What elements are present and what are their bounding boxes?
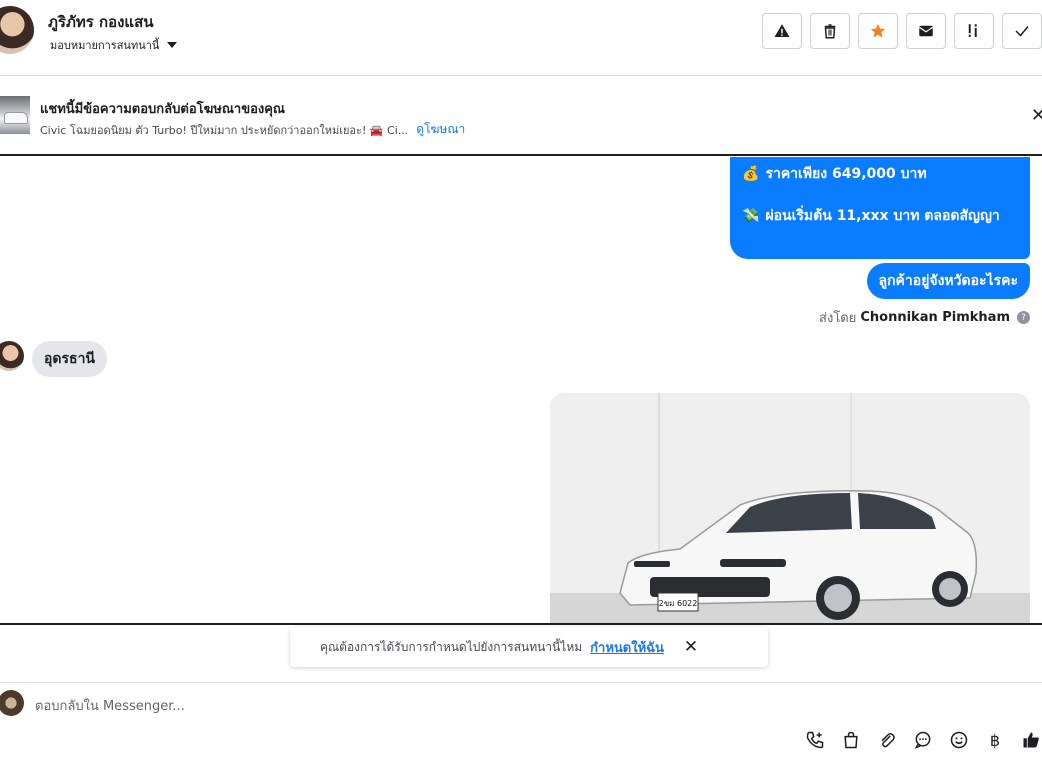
reply-composer: ตอบกลับใน Messenger... ฿ [0, 682, 1042, 762]
paperclip-icon[interactable] [876, 729, 898, 751]
message-text: ราคาเพียง 649,000 บาท [765, 166, 927, 182]
sender-name: Chonnikan Pimkham [860, 310, 1010, 325]
conversation-header: ภูริภัทร กองแสน มอบหมายการสนทนานี้ [0, 0, 1042, 76]
chat-bubble-icon[interactable] [912, 729, 934, 751]
message-thread[interactable]: 💰 ราคาเพียง 649,000 บาท 💸 ผ่อนเริ่มต้น 1… [0, 157, 1042, 625]
outgoing-message[interactable]: ลูกค้าอยู่จังหวัดอะไรคะ [866, 263, 1030, 299]
incoming-message[interactable]: อุดรธานี [32, 341, 107, 377]
assign-to-me-link[interactable]: กำหนดให้ฉัน [590, 637, 664, 658]
header-actions [762, 13, 1042, 49]
baht-icon[interactable]: ฿ [984, 729, 1006, 751]
messenger-inbox: ภูริภัทร กองแสน มอบหมายการสนทนานี้ แชทนี… [0, 0, 1042, 762]
money-wings-icon: 💸 [742, 208, 760, 224]
view-ad-link[interactable]: ดูโฆษณา [416, 120, 465, 139]
mark-spam-button[interactable] [762, 13, 802, 49]
shopping-bag-icon[interactable] [840, 729, 862, 751]
mark-done-button[interactable] [1002, 13, 1042, 49]
composer-toolbar: ฿ [804, 729, 1042, 751]
phone-plus-icon[interactable] [804, 729, 826, 751]
ad-banner-title: แชทนี้มีข้อความตอบกลับต่อโฆษณาของคุณ [40, 102, 285, 117]
ad-reply-banner: แชทนี้มีข้อความตอบกลับต่อโฆษณาของคุณ Civ… [0, 77, 1042, 156]
close-icon[interactable]: ✕ [684, 637, 698, 657]
delete-button[interactable] [810, 13, 850, 49]
star-icon [870, 23, 886, 38]
ad-banner-subtitle: Civic โฉมยอดนิยม ตัว Turbo! ปีใหม่มาก ปร… [40, 120, 465, 139]
message-line: 💸 ผ่อนเริ่มต้น 11,xxx บาท ตลอดสัญญา [742, 195, 1018, 237]
emoji-icon[interactable] [948, 729, 970, 751]
close-banner-icon[interactable]: ✕ [1031, 105, 1042, 126]
help-icon[interactable]: ? [1017, 311, 1030, 324]
license-plate-text: 2ขม 6022 [659, 599, 698, 608]
sent-by-label: ส่งโดย Chonnikan Pimkham ? [819, 307, 1030, 328]
page-avatar [0, 690, 24, 716]
star-button[interactable] [858, 13, 898, 49]
sent-by-prefix: ส่งโดย [819, 311, 857, 326]
warning-icon [774, 24, 790, 37]
thumbs-up-icon[interactable] [1020, 729, 1042, 751]
ad-description: Civic โฉมยอดนิยม ตัว Turbo! ปีใหม่มาก ปร… [40, 123, 409, 137]
envelope-icon [918, 25, 934, 37]
car-image: 2ขม 6022 [550, 393, 1030, 623]
ad-thumbnail[interactable] [0, 96, 30, 134]
priority-icon [968, 24, 977, 37]
car-photo[interactable]: 2ขม 6022 [550, 393, 1030, 623]
assign-label: มอบหมายการสนทนานี้ [50, 39, 160, 52]
assign-dropdown[interactable]: มอบหมายการสนทนานี้ [50, 36, 178, 54]
assign-suggestion-toast: คุณต้องการได้รับการกำหนดไปยังการสนทนานี้… [290, 627, 768, 667]
avatar[interactable] [0, 6, 34, 54]
mark-unread-button[interactable] [906, 13, 946, 49]
reply-input[interactable]: ตอบกลับใน Messenger... [35, 695, 185, 716]
check-icon [1015, 26, 1029, 37]
toast-text: คุณต้องการได้รับการกำหนดไปยังการสนทนานี้… [320, 639, 583, 654]
follow-up-button[interactable] [954, 13, 994, 49]
message-line: 💰 ราคาเพียง 649,000 บาท [742, 157, 1018, 195]
outgoing-message[interactable]: 💰 ราคาเพียง 649,000 บาท 💸 ผ่อนเริ่มต้น 1… [730, 157, 1030, 259]
avatar [0, 341, 24, 371]
trash-icon [824, 24, 836, 39]
caret-down-icon [167, 42, 178, 48]
contact-name[interactable]: ภูริภัทร กองแสน [48, 10, 154, 34]
message-text: ผ่อนเริ่มต้น 11,xxx บาท ตลอดสัญญา [765, 208, 1000, 224]
money-bag-icon: 💰 [742, 166, 760, 182]
